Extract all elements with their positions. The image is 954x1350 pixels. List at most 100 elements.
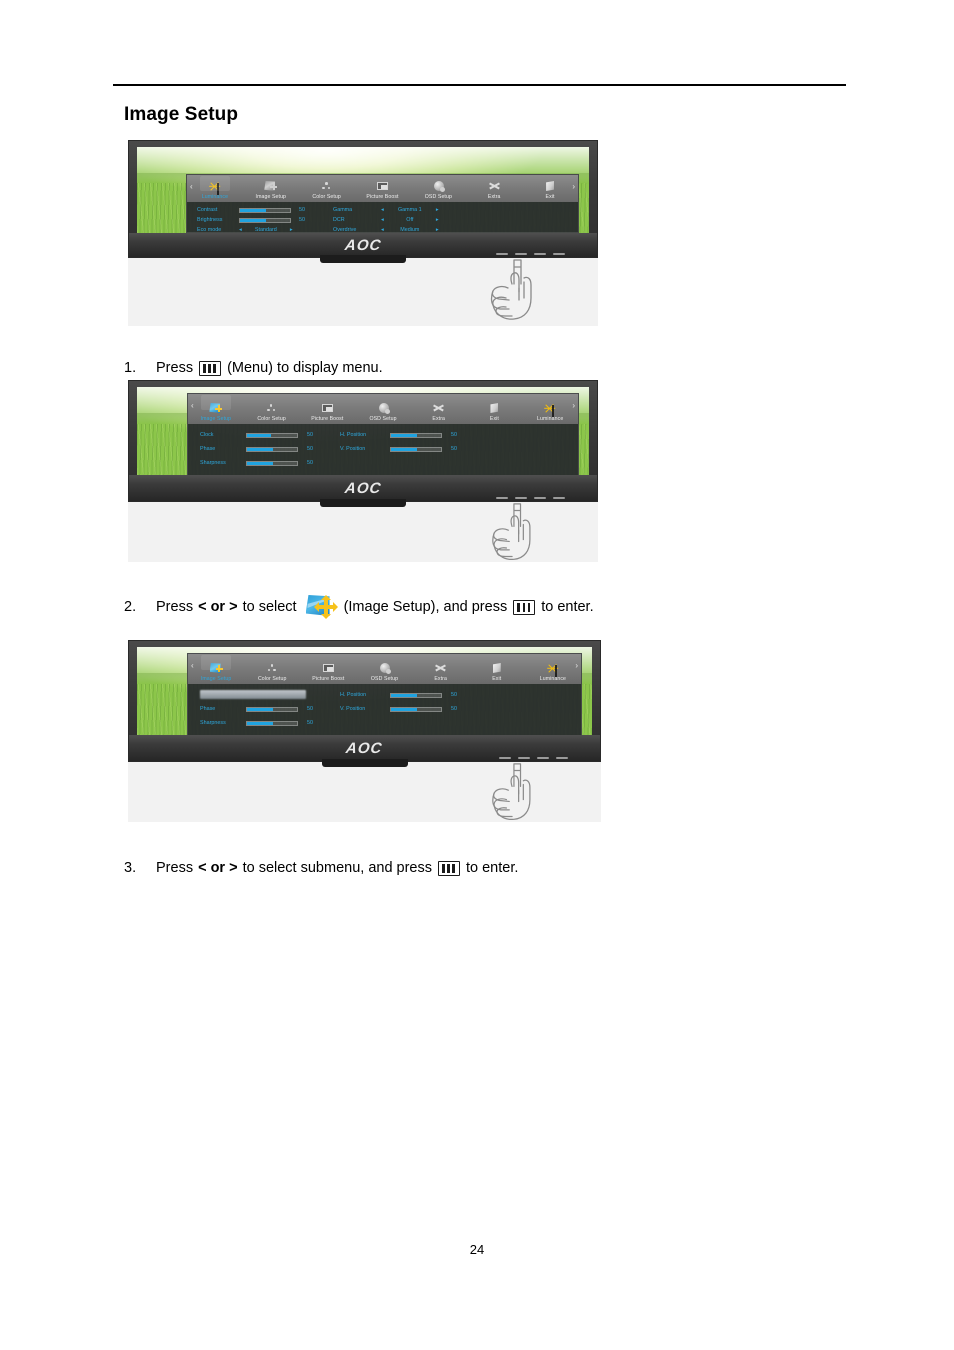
osd-tab-bar: ‹ › Image Setup Color Setup Picture Boos…: [188, 394, 578, 424]
osd-row-contrast[interactable]: Contrast 50: [197, 205, 305, 215]
figure-image-setup-menu: ‹ › Image Setup Color Setup Picture Boos…: [128, 380, 598, 562]
osd-tab-exit[interactable]: Exit: [467, 394, 523, 424]
osd-tab-osd-setup[interactable]: OSD Setup: [410, 175, 466, 202]
osd-row-value: 50: [307, 446, 313, 452]
osd-tab-exit[interactable]: Exit: [469, 654, 525, 684]
osd-tab-luminance[interactable]: Luminance: [522, 394, 578, 424]
osd-tab-label: OSD Setup: [370, 676, 399, 682]
osd-row-value: 50: [451, 432, 457, 438]
osd-tab-color-setup[interactable]: Color Setup: [244, 394, 300, 424]
monitor-illustration: ‹ › Luminance Image Setup Color Setup Pi…: [128, 140, 598, 263]
osd-row-value: 50: [307, 460, 313, 466]
osd-tab-extra[interactable]: Extra: [466, 175, 522, 202]
extra-tools-icon: [433, 661, 448, 675]
osd-row-overdrive[interactable]: Overdrive ◂ Medium ▸: [333, 225, 439, 233]
osd-row-brightness[interactable]: Brightness 50: [197, 215, 305, 225]
extra-tools-icon: [487, 179, 502, 193]
osd-row-v-position[interactable]: V. Position 50: [340, 704, 457, 714]
step-text-before: Press: [156, 860, 194, 876]
osd-tab-osd-setup[interactable]: OSD Setup: [356, 654, 412, 684]
step-text-mid: to select submenu, and press: [242, 860, 432, 876]
osd-row-gamma[interactable]: Gamma ◂ Gamma 1 ▸: [333, 205, 439, 215]
osd-tab-label: OSD Setup: [424, 194, 452, 200]
osd-row-clock-selected[interactable]: [200, 689, 306, 699]
osd-caret-right-icon[interactable]: ▸: [436, 207, 439, 213]
step-1: 1. Press (Menu) to display menu.: [124, 358, 383, 378]
osd-row-v-position[interactable]: V. Position 50: [340, 444, 457, 454]
osd-row-label: V. Position: [340, 706, 366, 712]
monitor-bezel: AOC: [129, 475, 597, 507]
osd-row-value: 50: [307, 706, 313, 712]
osd-body: Clock 50 Phase 50 Sharpness 50 H. Positi…: [188, 424, 578, 475]
monitor-stand-neck: [320, 499, 406, 507]
monitor-control-buttons[interactable]: [496, 497, 565, 499]
osd-tab-label: Image Setup: [200, 416, 232, 422]
osd-tab-color-setup[interactable]: Color Setup: [299, 175, 355, 202]
picture-boost-icon: [375, 179, 390, 193]
osd-row-value: Gamma 1: [397, 207, 422, 213]
monitor-control-buttons[interactable]: [499, 757, 568, 759]
osd-row-sharpness[interactable]: Sharpness 50: [200, 458, 313, 468]
osd-tab-label: Picture Boost: [311, 416, 344, 422]
step-text-mid: to select: [242, 599, 297, 615]
step-number: 1.: [124, 360, 137, 376]
osd-row-label: Sharpness: [200, 720, 226, 726]
osd-row-label: Clock: [200, 432, 214, 438]
figure-luminance-menu: ‹ › Luminance Image Setup Color Setup Pi…: [128, 140, 598, 326]
osd-tab-label: Extra: [487, 194, 501, 200]
osd-tab-image-setup[interactable]: Image Setup: [188, 654, 244, 684]
osd-tab-label: Color Setup: [257, 676, 287, 682]
osd-tab-luminance[interactable]: Luminance: [525, 654, 581, 684]
osd-row-sharpness[interactable]: Sharpness 50: [200, 718, 313, 728]
osd-tab-exit[interactable]: Exit: [522, 175, 578, 202]
osd-row-h-position[interactable]: H. Position 50: [340, 430, 457, 440]
osd-body: Contrast 50 Brightness 50 Eco mode ◂ Sta…: [187, 202, 578, 233]
step-text-after: to enter.: [466, 860, 519, 876]
osd-row-label: Gamma: [333, 207, 353, 213]
osd-setup-icon: [431, 179, 446, 193]
exit-door-icon: [489, 661, 504, 675]
step-keys: < or >: [198, 860, 238, 876]
osd-caret-right-icon[interactable]: ▸: [436, 217, 439, 223]
osd-tab-image-setup[interactable]: Image Setup: [243, 175, 299, 202]
osd-panel: ‹ › Image Setup Color Setup Picture Boos…: [187, 393, 579, 475]
osd-tab-label: Picture Boost: [312, 676, 345, 682]
osd-setup-icon: [377, 661, 392, 675]
osd-tab-extra[interactable]: Extra: [413, 654, 469, 684]
step-keys: < or >: [198, 599, 238, 615]
monitor-screen: ‹ › Luminance Image Setup Color Setup Pi…: [137, 147, 589, 233]
monitor-control-buttons[interactable]: [496, 253, 565, 255]
osd-tab-picture-boost[interactable]: Picture Boost: [355, 175, 411, 202]
osd-tab-osd-setup[interactable]: OSD Setup: [355, 394, 411, 424]
exit-door-icon: [543, 179, 558, 193]
osd-row-h-position[interactable]: H. Position 50: [340, 690, 457, 700]
osd-tab-label: Picture Boost: [366, 194, 399, 200]
color-dots-icon: [265, 661, 280, 675]
osd-row-eco-mode[interactable]: Eco mode ◂ Standard ▸: [197, 225, 293, 233]
osd-row-label: Contrast: [197, 207, 218, 213]
osd-selection-highlight: [200, 689, 306, 699]
osd-row-dcr[interactable]: DCR ◂ Off ▸: [333, 215, 439, 225]
brightness-sun-icon: [543, 401, 558, 415]
osd-tab-picture-boost[interactable]: Picture Boost: [299, 394, 355, 424]
osd-row-label: H. Position: [340, 692, 367, 698]
osd-tab-label: Exit: [489, 416, 499, 422]
exit-door-icon: [487, 401, 502, 415]
osd-tab-picture-boost[interactable]: Picture Boost: [300, 654, 356, 684]
osd-tab-extra[interactable]: Extra: [411, 394, 467, 424]
osd-row-clock[interactable]: Clock 50: [200, 430, 313, 440]
aoc-logo: AOC: [343, 479, 383, 497]
osd-tab-luminance[interactable]: Luminance: [187, 175, 243, 202]
osd-row-phase[interactable]: Phase 50: [200, 444, 313, 454]
osd-tab-color-setup[interactable]: Color Setup: [244, 654, 300, 684]
extra-tools-icon: [431, 401, 446, 415]
step-text-before: Press: [156, 599, 194, 615]
osd-row-label: V. Position: [340, 446, 366, 452]
image-setup-icon: [209, 661, 224, 675]
page-number: 24: [469, 1242, 485, 1257]
menu-key-icon: [199, 360, 222, 376]
osd-row-phase[interactable]: Phase 50: [200, 704, 313, 714]
osd-tab-image-setup[interactable]: Image Setup: [188, 394, 244, 424]
monitor-screen: ‹ › Image Setup Color Setup Picture Boos…: [137, 647, 592, 735]
monitor-illustration: ‹ › Image Setup Color Setup Picture Boos…: [128, 640, 601, 767]
